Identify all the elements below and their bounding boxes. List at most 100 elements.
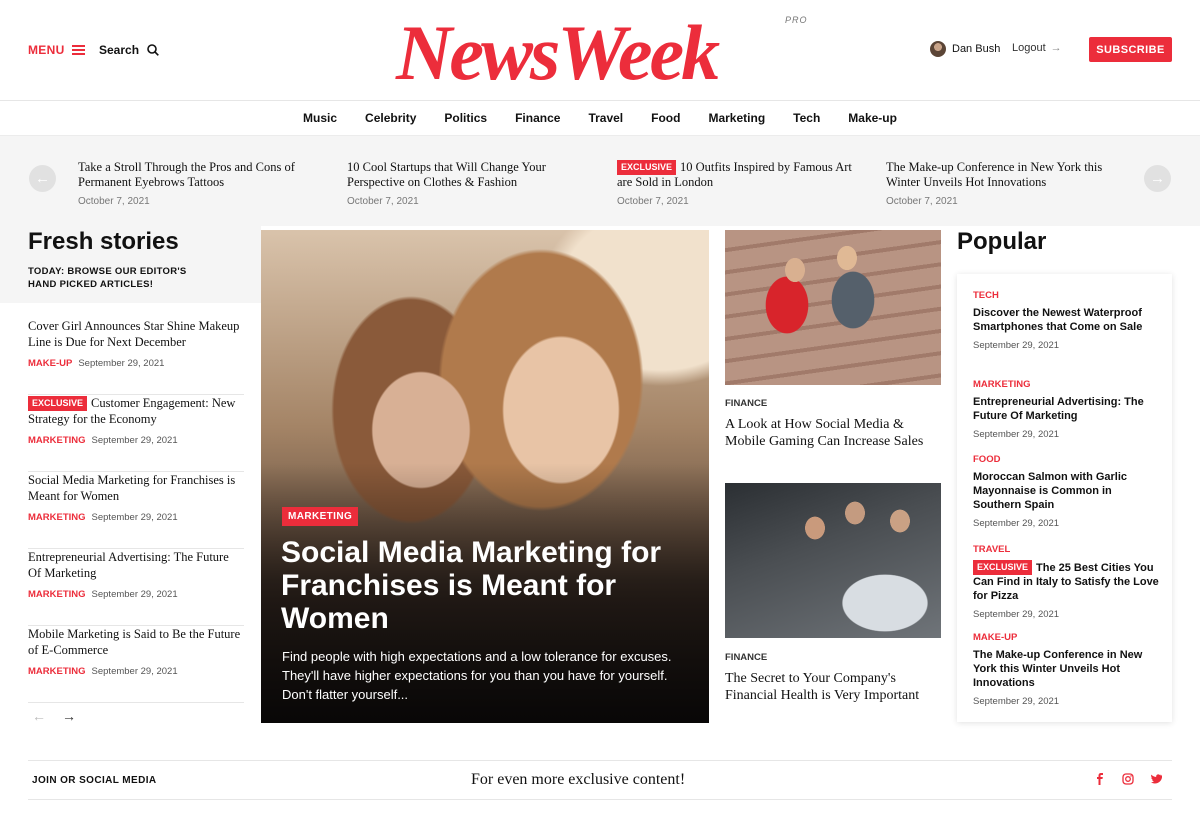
article-date: September 29, 2021 xyxy=(91,512,178,523)
article-title[interactable]: Entrepreneurial Advertising: The Future … xyxy=(28,549,244,581)
list-item: Mobile Marketing is Said to Be the Futur… xyxy=(28,626,244,703)
hero-title[interactable]: Social Media Marketing for Franchises is… xyxy=(281,536,691,635)
arrow-right-icon[interactable]: → xyxy=(62,708,76,724)
category-link[interactable]: MARKETING xyxy=(973,379,1163,390)
ticker-title[interactable]: Take a Stroll Through the Pros and Cons … xyxy=(78,160,318,190)
site-logo[interactable]: NewsWeek xyxy=(396,8,720,98)
article-date: September 29, 2021 xyxy=(973,609,1060,620)
nav-item-makeup[interactable]: Make-up xyxy=(834,111,911,125)
article-title[interactable]: Moroccan Salmon with Garlic Mayonnaise i… xyxy=(973,470,1163,512)
nav-item-marketing[interactable]: Marketing xyxy=(694,111,779,125)
user-name: Dan Bush xyxy=(952,43,1001,55)
category-link[interactable]: MARKETING xyxy=(28,666,86,677)
article-date: September 29, 2021 xyxy=(78,358,165,369)
article-date: September 29, 2021 xyxy=(973,340,1060,351)
article-title-wrap[interactable]: EXCLUSIVE The 25 Best Cities You Can Find… xyxy=(973,560,1163,603)
social-bar-tagline: For even more exclusive content! xyxy=(471,771,686,788)
card-category[interactable]: FINANCE xyxy=(725,652,767,663)
category-link[interactable]: FOOD xyxy=(973,454,1163,465)
hero-category-badge[interactable]: MARKETING xyxy=(282,507,359,526)
search-label: Search xyxy=(99,43,140,57)
search-button[interactable]: Search xyxy=(99,43,159,57)
card-image[interactable] xyxy=(725,230,941,385)
menu-button[interactable]: MENU xyxy=(28,43,85,57)
menu-label: MENU xyxy=(28,43,65,57)
ticker-title-wrap[interactable]: EXCLUSIVE 10 Outfits Inspired by Famous A… xyxy=(617,160,857,190)
article-meta: MARKETING September 29, 2021 xyxy=(28,435,244,446)
user-profile[interactable]: Dan Bush xyxy=(930,41,1000,57)
article-title[interactable]: Discover the Newest Waterproof Smartphon… xyxy=(973,306,1163,334)
avatar xyxy=(930,41,946,57)
card-title[interactable]: The Secret to Your Company's Financial H… xyxy=(725,670,935,704)
arrow-left-icon[interactable]: ← xyxy=(29,165,56,192)
ticker-item: Take a Stroll Through the Pros and Cons … xyxy=(78,160,318,207)
subscribe-button[interactable]: SUBSCRIBE xyxy=(1089,37,1172,62)
nav-item-politics[interactable]: Politics xyxy=(430,111,501,125)
arrow-left-icon[interactable]: ← xyxy=(32,708,46,724)
list-item: TECH Discover the Newest Waterproof Smar… xyxy=(973,290,1163,351)
article-date: September 29, 2021 xyxy=(91,435,178,446)
list-item: Cover Girl Announces Star Shine Makeup L… xyxy=(28,318,244,395)
article-title[interactable]: Mobile Marketing is Said to Be the Futur… xyxy=(28,626,244,658)
logout-label: Logout xyxy=(1012,42,1046,54)
article-title[interactable]: Cover Girl Announces Star Shine Makeup L… xyxy=(28,318,244,350)
article-title[interactable]: The Make-up Conference in New York this … xyxy=(973,648,1163,690)
nav-item-travel[interactable]: Travel xyxy=(574,111,637,125)
main-nav: Music Celebrity Politics Finance Travel … xyxy=(0,101,1200,136)
subtitle-line: HAND PICKED ARTICLES! xyxy=(28,279,154,290)
article-title-wrap[interactable]: EXCLUSIVE Customer Engagement: New Strate… xyxy=(28,395,244,427)
fresh-stories-title: Fresh stories xyxy=(28,228,179,255)
article-meta: MAKE-UP September 29, 2021 xyxy=(28,358,244,369)
exclusive-badge: EXCLUSIVE xyxy=(28,396,88,411)
ticker-date: October 7, 2021 xyxy=(617,196,689,207)
list-item: MAKE-UP The Make-up Conference in New Yo… xyxy=(973,632,1163,707)
arrow-right-icon[interactable]: → xyxy=(1144,165,1171,192)
facebook-icon[interactable] xyxy=(1094,773,1106,785)
article-date: September 29, 2021 xyxy=(91,666,178,677)
nav-item-celebrity[interactable]: Celebrity xyxy=(351,111,430,125)
list-item: Social Media Marketing for Franchises is… xyxy=(28,472,244,549)
category-link[interactable]: MARKETING xyxy=(28,435,86,446)
ticker-item: The Make-up Conference in New York this … xyxy=(886,160,1126,207)
card-image[interactable] xyxy=(725,483,941,638)
ticker-item: EXCLUSIVE 10 Outfits Inspired by Famous A… xyxy=(617,160,857,207)
card-title[interactable]: A Look at How Social Media & Mobile Gami… xyxy=(725,416,935,450)
article-title[interactable]: Entrepreneurial Advertising: The Future … xyxy=(973,395,1163,423)
nav-item-music[interactable]: Music xyxy=(289,111,351,125)
fresh-pagination: ← → xyxy=(32,708,76,724)
hero-description: Find people with high expectations and a… xyxy=(282,649,672,702)
ticker-date: October 7, 2021 xyxy=(886,196,958,207)
category-link[interactable]: MAKE-UP xyxy=(28,358,72,369)
ticker-title[interactable]: 10 Cool Startups that Will Change Your P… xyxy=(347,160,587,190)
article-title[interactable]: Social Media Marketing for Franchises is… xyxy=(28,472,244,504)
twitter-icon[interactable] xyxy=(1150,773,1162,785)
category-link[interactable]: TECH xyxy=(973,290,1163,301)
menu-icon xyxy=(71,45,85,55)
site-header: MENU Search NewsWeek PRO Dan Bush Logout… xyxy=(0,0,1200,101)
article-meta: MARKETING September 29, 2021 xyxy=(28,666,244,677)
ticker-date: October 7, 2021 xyxy=(78,196,150,207)
nav-item-food[interactable]: Food xyxy=(637,111,694,125)
article-date: September 29, 2021 xyxy=(91,589,178,600)
social-links xyxy=(1094,773,1162,785)
category-link[interactable]: MAKE-UP xyxy=(973,632,1163,643)
nav-item-tech[interactable]: Tech xyxy=(779,111,834,125)
popular-title: Popular xyxy=(957,228,1047,255)
nav-item-finance[interactable]: Finance xyxy=(501,111,574,125)
instagram-icon[interactable] xyxy=(1122,773,1134,785)
search-icon xyxy=(147,44,159,56)
exclusive-badge: EXCLUSIVE xyxy=(617,160,677,175)
hero-article[interactable]: MARKETING Social Media Marketing for Fra… xyxy=(261,230,709,723)
ticker-title[interactable]: The Make-up Conference in New York this … xyxy=(886,160,1126,190)
logout-link[interactable]: Logout → xyxy=(1012,42,1062,54)
article-date: September 29, 2021 xyxy=(973,518,1060,529)
news-ticker: ← Take a Stroll Through the Pros and Con… xyxy=(0,136,1200,226)
logout-arrow-icon: → xyxy=(1050,42,1062,54)
list-item: TRAVEL EXCLUSIVE The 25 Best Cities You C… xyxy=(973,544,1163,620)
category-link[interactable]: MARKETING xyxy=(28,589,86,600)
ticker-item: 10 Cool Startups that Will Change Your P… xyxy=(347,160,587,207)
category-link[interactable]: MARKETING xyxy=(28,512,86,523)
card-category[interactable]: FINANCE xyxy=(725,398,767,409)
list-item: EXCLUSIVE Customer Engagement: New Strate… xyxy=(28,395,244,472)
category-link[interactable]: TRAVEL xyxy=(973,544,1163,555)
